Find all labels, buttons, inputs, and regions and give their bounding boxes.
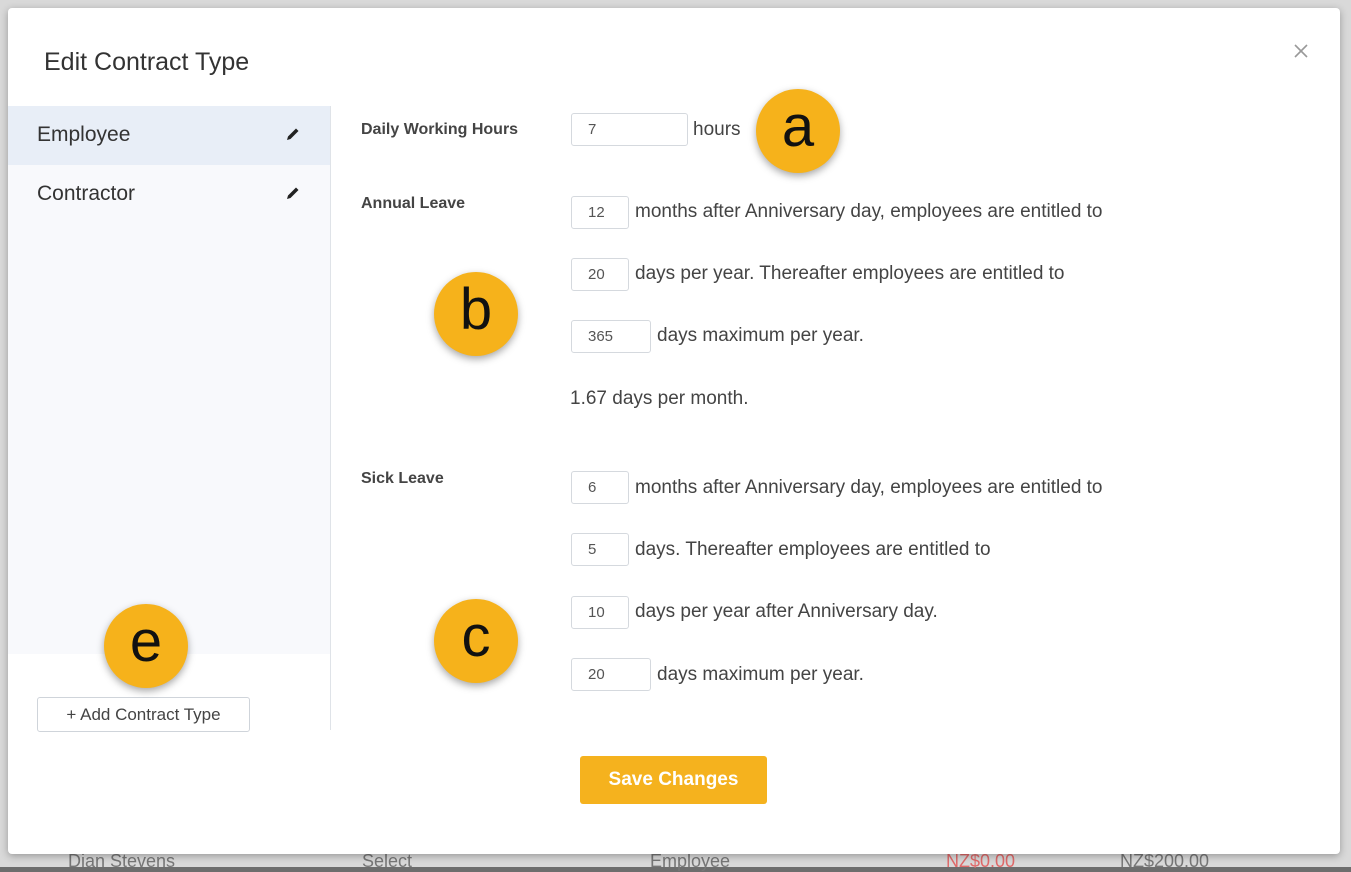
background-amount-red: NZ$0.00 [946,851,1016,871]
annual-leave-days-input[interactable] [571,258,629,291]
add-contract-type-button[interactable]: + Add Contract Type [37,697,250,732]
annotation-badge-b: b [434,272,518,356]
edit-contract-type-modal: Edit Contract Type Employee Contractor +… [8,8,1340,854]
sidebar-divider [330,106,331,730]
annotation-badge-e: e [104,604,188,688]
sidebar-item-label: Employee [37,123,131,146]
annual-leave-days-text: days per year. Thereafter employees are … [635,263,1065,284]
close-icon[interactable] [1290,40,1312,62]
annotation-badge-c: c [434,599,518,683]
sick-leave-label: Sick Leave [361,470,444,487]
sick-leave-after-input[interactable] [571,596,629,629]
pencil-icon[interactable] [285,185,301,201]
modal-title: Edit Contract Type [44,48,250,76]
sidebar-item-employee[interactable]: Employee [8,106,330,165]
annual-leave-months-input[interactable] [571,196,629,229]
background-type: Employee [650,851,731,871]
daily-working-hours-input[interactable] [571,113,688,146]
background-amount: NZ$200.00 [1120,851,1210,871]
annual-leave-months-text: months after Anniversary day, employees … [635,201,1103,222]
pencil-icon[interactable] [285,126,301,142]
sick-leave-months-input[interactable] [571,471,629,504]
annual-leave-max-text: days maximum per year. [657,325,864,346]
annual-leave-label: Annual Leave [361,195,466,212]
annual-leave-summary: 1.67 days per month. [570,388,749,409]
sick-leave-days-input[interactable] [571,533,629,566]
daily-working-hours-label: Daily Working Hours [361,121,519,138]
sick-leave-max-text: days maximum per year. [657,664,864,685]
sidebar-item-contractor[interactable]: Contractor [8,165,330,224]
sick-leave-max-input[interactable] [571,658,651,691]
annual-leave-max-input[interactable] [571,320,651,353]
background-name: Dian Stevens [68,851,176,871]
annotation-badge-a: a [756,89,840,173]
background-select: Select [362,851,413,871]
sick-leave-after-text: days per year after Anniversary day. [635,601,938,622]
save-changes-button[interactable]: Save Changes [580,756,767,804]
hours-unit: hours [693,119,741,140]
sidebar-item-label: Contractor [37,182,136,205]
sick-leave-months-text: months after Anniversary day, employees … [635,477,1103,498]
sick-leave-days-text: days. Thereafter employees are entitled … [635,539,991,560]
